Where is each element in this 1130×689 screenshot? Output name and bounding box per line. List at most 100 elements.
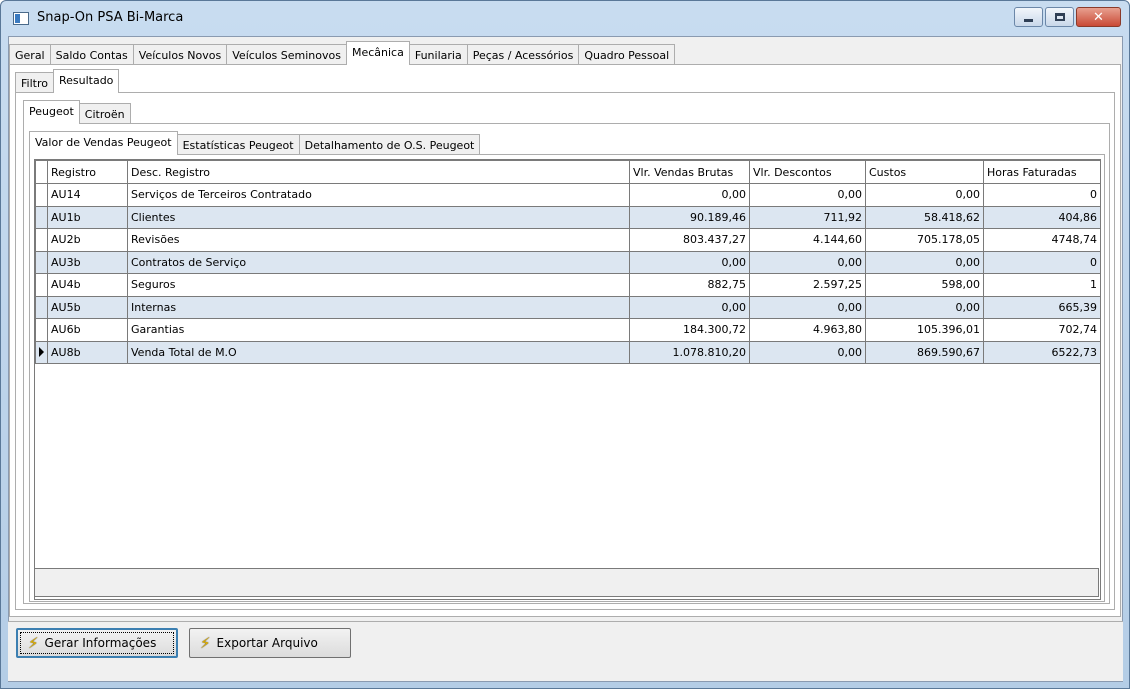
maximize-button[interactable] <box>1045 7 1074 27</box>
cell-desc-registro[interactable]: Seguros <box>127 273 630 297</box>
table-row[interactable]: AU14 Serviços de Terceiros Contratado 0,00… <box>35 183 1101 207</box>
tab-quadro-pessoal[interactable]: Quadro Pessoal <box>578 44 676 65</box>
cell-vlr-vendas-brutas[interactable]: 0,00 <box>629 250 750 274</box>
lightning-icon: ⚡ <box>200 634 211 652</box>
cell-custos[interactable]: 0,00 <box>865 250 984 274</box>
cell-desc-registro[interactable]: Revisões <box>127 228 630 252</box>
grid-header-row: Registro Desc. Registro Vlr. Vendas Brutas… <box>35 160 1101 184</box>
table-row[interactable]: AU1b Clientes 90.189,46 711,92 58.418,62 404,… <box>35 205 1101 229</box>
cell-horas-faturadas[interactable]: 404,86 <box>983 205 1101 229</box>
window-title: Snap-On PSA Bi-Marca <box>37 10 184 25</box>
column-header-vlr-vendas-brutas[interactable]: Vlr. Vendas Brutas <box>629 160 750 184</box>
cell-vlr-vendas-brutas[interactable]: 1.078.810,20 <box>629 340 750 364</box>
cell-registro[interactable]: AU4b <box>47 273 128 297</box>
cell-horas-faturadas[interactable]: 702,74 <box>983 318 1101 342</box>
cell-custos[interactable]: 58.418,62 <box>865 205 984 229</box>
tab-veiculos-seminovos[interactable]: Veículos Seminovos <box>226 44 347 65</box>
cell-vlr-descontos[interactable]: 2.597,25 <box>749 273 866 297</box>
cell-vlr-vendas-brutas[interactable]: 90.189,46 <box>629 205 750 229</box>
cell-registro[interactable]: AU2b <box>47 228 128 252</box>
cell-desc-registro[interactable]: Contratos de Serviço <box>127 250 630 274</box>
gerar-informacoes-button[interactable]: ⚡ Gerar Informações <box>16 628 178 658</box>
column-header-vlr-descontos[interactable]: Vlr. Descontos <box>749 160 866 184</box>
cell-registro[interactable]: AU6b <box>47 318 128 342</box>
cell-vlr-descontos[interactable]: 0,00 <box>749 250 866 274</box>
row-indicator[interactable] <box>35 183 48 207</box>
cell-vlr-vendas-brutas[interactable]: 0,00 <box>629 183 750 207</box>
table-row[interactable]: AU5b Internas 0,00 0,00 0,00 665,39 <box>35 295 1101 319</box>
row-indicator[interactable] <box>35 295 48 319</box>
minimize-icon <box>1024 18 1033 22</box>
cell-custos[interactable]: 105.396,01 <box>865 318 984 342</box>
cell-horas-faturadas[interactable]: 1 <box>983 273 1101 297</box>
subtab-resultado[interactable]: Resultado <box>52 69 120 93</box>
brand-tab-citroen[interactable]: Citroën <box>78 103 131 124</box>
table-row[interactable]: AU6b Garantias 184.300,72 4.963,80 105.396,0… <box>35 318 1101 342</box>
column-header-registro[interactable]: Registro <box>47 160 128 184</box>
cell-vlr-vendas-brutas[interactable]: 803.437,27 <box>629 228 750 252</box>
app-icon <box>13 12 29 25</box>
cell-vlr-descontos[interactable]: 0,00 <box>749 295 866 319</box>
cell-registro[interactable]: AU5b <box>47 295 128 319</box>
column-header-desc-registro[interactable]: Desc. Registro <box>127 160 630 184</box>
close-button[interactable]: ✕ <box>1076 7 1121 27</box>
minimize-button[interactable] <box>1014 7 1043 27</box>
tab-mecanica[interactable]: Mecânica <box>345 41 410 65</box>
cell-registro[interactable]: AU8b <box>47 340 128 364</box>
cell-desc-registro[interactable]: Serviços de Terceiros Contratado <box>127 183 630 207</box>
report-tab-valor-de-vendas-peugeot[interactable]: Valor de Vendas Peugeot <box>29 131 178 155</box>
row-indicator[interactable] <box>35 273 48 297</box>
cell-registro[interactable]: AU14 <box>47 183 128 207</box>
tab-pecas-acessorios[interactable]: Peças / Acessórios <box>466 44 580 65</box>
cell-custos[interactable]: 0,00 <box>865 183 984 207</box>
cell-vlr-vendas-brutas[interactable]: 882,75 <box>629 273 750 297</box>
cell-horas-faturadas[interactable]: 0 <box>983 183 1101 207</box>
cell-desc-registro[interactable]: Garantias <box>127 318 630 342</box>
cell-desc-registro[interactable]: Clientes <box>127 205 630 229</box>
caption-buttons: ✕ <box>1014 7 1121 27</box>
exportar-arquivo-button[interactable]: ⚡ Exportar Arquivo <box>189 628 351 658</box>
cell-custos[interactable]: 869.590,67 <box>865 340 984 364</box>
cell-custos[interactable]: 598,00 <box>865 273 984 297</box>
row-indicator[interactable] <box>35 340 48 364</box>
brand-tab-peugeot[interactable]: Peugeot <box>23 100 80 124</box>
cell-vlr-descontos[interactable]: 711,92 <box>749 205 866 229</box>
cell-horas-faturadas[interactable]: 0 <box>983 250 1101 274</box>
tab-funilaria[interactable]: Funilaria <box>408 44 468 65</box>
cell-desc-registro[interactable]: Venda Total de M.O <box>127 340 630 364</box>
report-tab-detalhamento-de-o-s-peugeot[interactable]: Detalhamento de O.S. Peugeot <box>298 134 481 155</box>
cell-horas-faturadas[interactable]: 4748,74 <box>983 228 1101 252</box>
app-window: Snap-On PSA Bi-Marca ✕ Geral Saldo Contas… <box>0 0 1130 689</box>
table-row[interactable]: AU3b Contratos de Serviço 0,00 0,00 0,00 0 <box>35 250 1101 274</box>
tab-saldo-contas[interactable]: Saldo Contas <box>49 44 134 65</box>
cell-vlr-vendas-brutas[interactable]: 0,00 <box>629 295 750 319</box>
title-bar[interactable]: Snap-On PSA Bi-Marca ✕ <box>1 1 1129 35</box>
cell-custos[interactable]: 705.178,05 <box>865 228 984 252</box>
column-header-custos[interactable]: Custos <box>865 160 984 184</box>
column-header-horas-faturadas[interactable]: Horas Faturadas <box>983 160 1101 184</box>
row-indicator[interactable] <box>35 228 48 252</box>
close-icon: ✕ <box>1093 9 1104 25</box>
cell-desc-registro[interactable]: Internas <box>127 295 630 319</box>
cell-registro[interactable]: AU3b <box>47 250 128 274</box>
cell-vlr-descontos[interactable]: 0,00 <box>749 183 866 207</box>
cell-vlr-descontos[interactable]: 4.963,80 <box>749 318 866 342</box>
table-row[interactable]: AU4b Seguros 882,75 2.597,25 598,00 1 <box>35 273 1101 297</box>
row-indicator[interactable] <box>35 250 48 274</box>
cell-vlr-descontos[interactable]: 4.144,60 <box>749 228 866 252</box>
cell-vlr-vendas-brutas[interactable]: 184.300,72 <box>629 318 750 342</box>
tab-geral[interactable]: Geral <box>9 44 51 65</box>
data-grid[interactable]: Registro Desc. Registro Vlr. Vendas Brutas… <box>34 159 1101 600</box>
row-indicator[interactable] <box>35 318 48 342</box>
cell-vlr-descontos[interactable]: 0,00 <box>749 340 866 364</box>
table-row[interactable]: AU8b Venda Total de M.O 1.078.810,20 0,00 86… <box>35 340 1101 364</box>
report-tab-estatisticas-peugeot[interactable]: Estatísticas Peugeot <box>176 134 300 155</box>
subtab-filtro[interactable]: Filtro <box>15 72 54 93</box>
row-indicator[interactable] <box>35 205 48 229</box>
table-row[interactable]: AU2b Revisões 803.437,27 4.144,60 705.178,05… <box>35 228 1101 252</box>
cell-registro[interactable]: AU1b <box>47 205 128 229</box>
cell-horas-faturadas[interactable]: 665,39 <box>983 295 1101 319</box>
tab-veiculos-novos[interactable]: Veículos Novos <box>132 44 228 65</box>
cell-custos[interactable]: 0,00 <box>865 295 984 319</box>
cell-horas-faturadas[interactable]: 6522,73 <box>983 340 1101 364</box>
